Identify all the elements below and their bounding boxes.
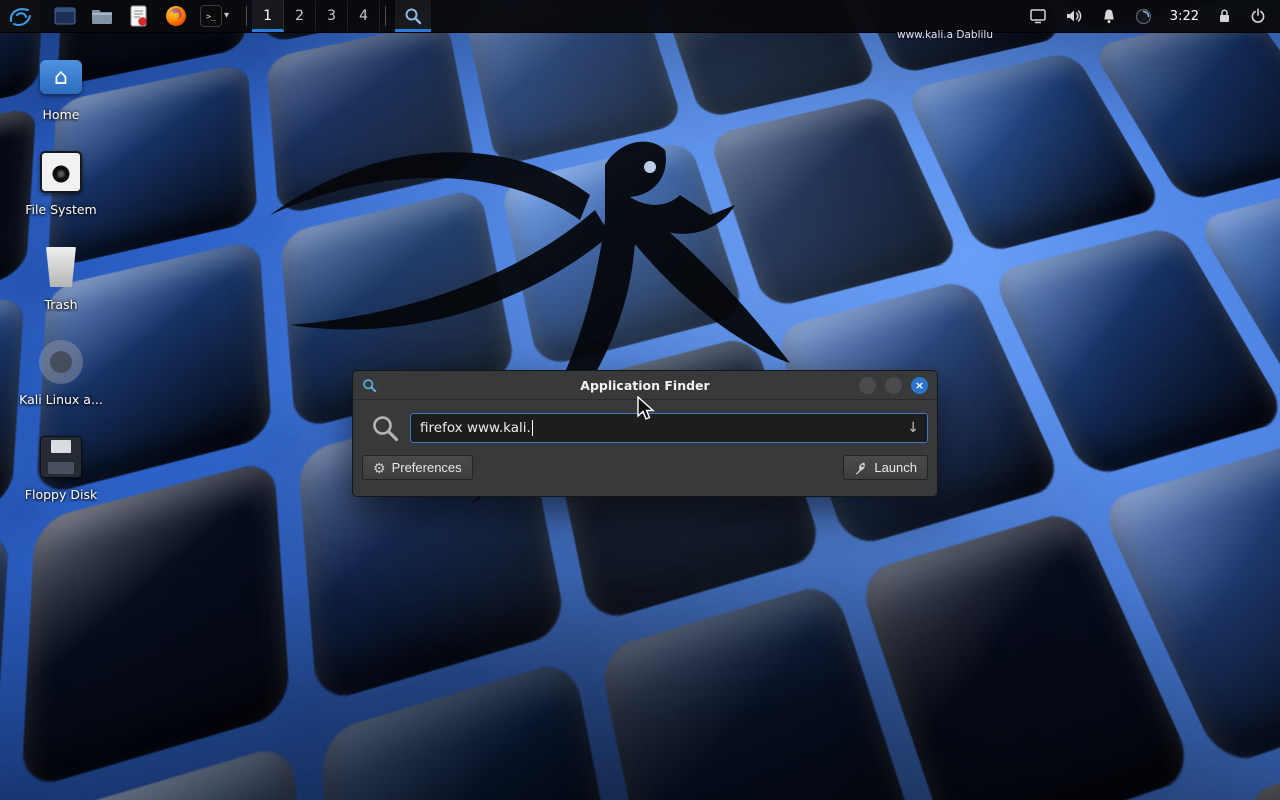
workspace-label: 4	[359, 8, 368, 24]
search-icon	[371, 414, 399, 442]
house-glyph: ⌂	[54, 65, 68, 90]
panel-separator	[246, 6, 247, 26]
clock[interactable]: 3:22	[1170, 9, 1199, 24]
preferences-label: Preferences	[392, 460, 462, 475]
system-tray: 3:22	[1029, 0, 1280, 32]
application-finder-window: Application Finder × firefox www.kali. ↓…	[352, 370, 938, 497]
display-icon[interactable]	[1029, 8, 1047, 24]
text-caret	[532, 420, 533, 436]
desktop-icon-label: File System	[25, 202, 97, 217]
kali-menu-icon	[7, 4, 33, 28]
desktop-icon-label: Home	[43, 107, 80, 122]
folder-icon	[91, 7, 113, 25]
window-icon	[54, 7, 76, 25]
status-orb-icon[interactable]	[1135, 8, 1152, 25]
panel-separator	[385, 6, 386, 26]
desktop-icon-label: Trash	[44, 297, 77, 312]
home-icon: ⌂	[40, 60, 82, 94]
launch-icon	[854, 461, 868, 475]
desktop-icon-trash[interactable]: Trash	[14, 242, 108, 312]
history-dropdown-icon[interactable]: ↓	[907, 420, 919, 436]
applications-menu-button[interactable]	[0, 0, 40, 32]
logout-power-icon[interactable]	[1250, 8, 1266, 24]
kali-disc-icon	[39, 340, 83, 384]
dialog-body: firefox www.kali. ↓ ⚙ Preferences Launch	[353, 400, 937, 480]
workspace-switcher: 1 2 3 4	[252, 0, 380, 32]
notifications-bell-icon[interactable]	[1101, 8, 1117, 24]
firefox-launcher[interactable]	[163, 4, 188, 29]
lock-icon[interactable]	[1217, 8, 1232, 24]
close-button[interactable]: ×	[911, 377, 928, 394]
file-system-icon	[40, 151, 82, 193]
launch-button[interactable]: Launch	[843, 455, 928, 480]
maximize-button[interactable]	[885, 377, 902, 394]
desktop-icon-floppy-disk[interactable]: Floppy Disk	[14, 432, 108, 502]
terminal-launcher[interactable]: >_ ▾	[200, 5, 229, 27]
floppy-disk-icon	[40, 436, 82, 478]
terminal-icon: >_	[200, 5, 222, 27]
close-icon: ×	[915, 379, 924, 392]
titlebar[interactable]: Application Finder ×	[353, 371, 937, 400]
taskbar-application-finder[interactable]	[395, 0, 431, 32]
firefox-icon	[165, 5, 187, 27]
preferences-button[interactable]: ⚙ Preferences	[362, 455, 473, 480]
chevron-down-icon[interactable]: ▾	[224, 11, 229, 21]
desktop-icon-home[interactable]: ⌂ Home	[14, 52, 108, 122]
window-title: Application Finder	[353, 378, 937, 393]
terminal-prompt-glyph: >_	[206, 12, 216, 21]
window-manager-launcher[interactable]	[52, 4, 77, 29]
file-manager-launcher[interactable]	[89, 4, 114, 29]
desktop-icon-kali-linux[interactable]: Kali Linux a...	[14, 337, 108, 407]
magnifier-icon	[404, 7, 422, 25]
panel-launchers: >_ ▾	[40, 0, 241, 32]
document-icon	[130, 5, 148, 27]
gear-icon: ⚙	[373, 461, 386, 475]
desktop-icon-column: ⌂ Home File System Trash Kali Linux a...…	[14, 52, 108, 527]
top-panel: >_ ▾ 1 2 3 4	[0, 0, 1280, 33]
text-editor-launcher[interactable]	[126, 4, 151, 29]
desktop-icon-file-system[interactable]: File System	[14, 147, 108, 217]
minimize-button[interactable]	[859, 377, 876, 394]
desktop-icon-label: Floppy Disk	[25, 487, 97, 502]
stray-window-title-text: www.kali.a Dablilu	[897, 29, 993, 41]
workspace-label: 1	[263, 8, 272, 24]
search-query-text: firefox www.kali.	[420, 420, 531, 436]
trash-icon	[44, 247, 78, 287]
workspace-label: 2	[295, 8, 304, 24]
workspace-button-2[interactable]: 2	[284, 0, 316, 32]
workspace-button-4[interactable]: 4	[348, 0, 380, 32]
panel-spacer	[431, 0, 1029, 32]
workspace-button-1[interactable]: 1	[252, 0, 284, 32]
desktop-icon-label: Kali Linux a...	[19, 392, 103, 407]
window-buttons: ×	[859, 377, 928, 394]
workspace-label: 3	[327, 8, 336, 24]
workspace-button-3[interactable]: 3	[316, 0, 348, 32]
search-input[interactable]: firefox www.kali. ↓	[410, 413, 928, 443]
launch-label: Launch	[874, 460, 917, 475]
volume-icon[interactable]	[1065, 8, 1083, 24]
